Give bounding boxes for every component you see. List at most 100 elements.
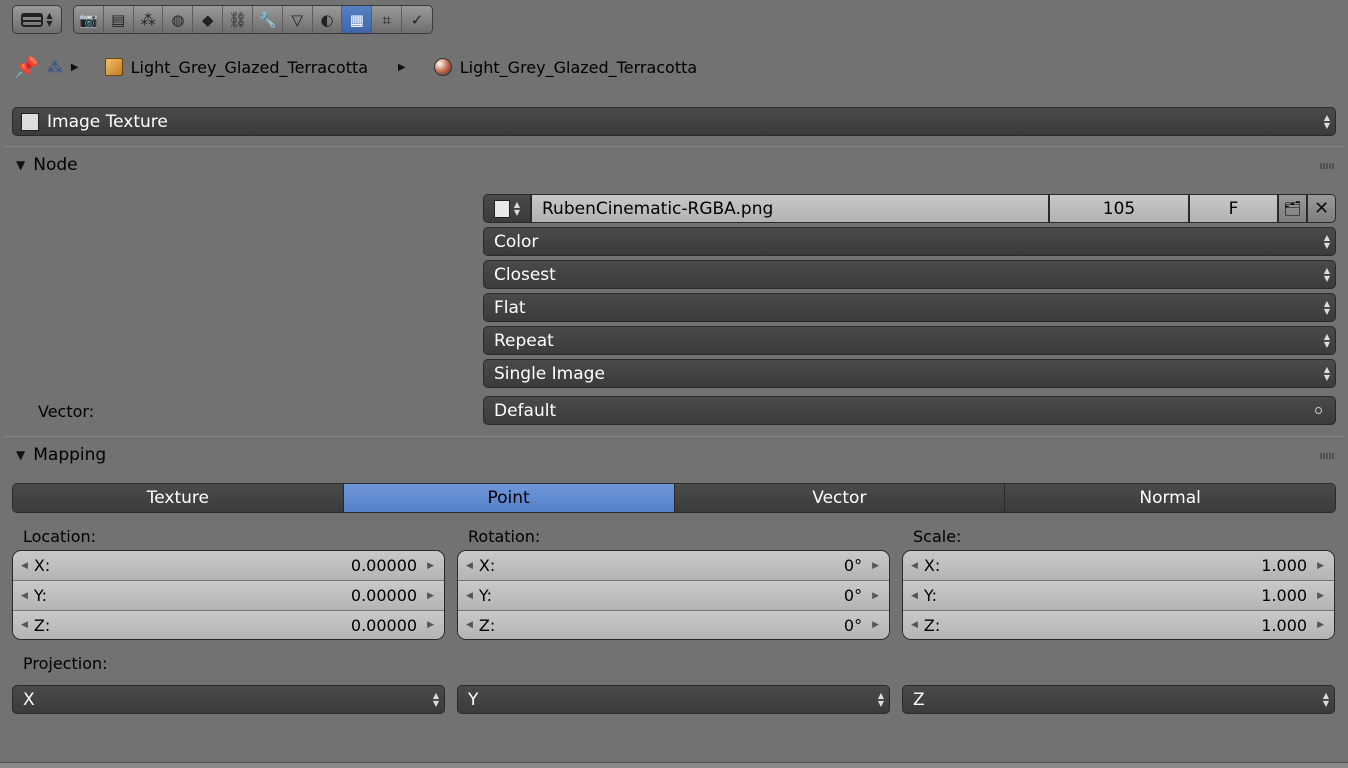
rotation-y-field[interactable]: ◀ Y: 0° ▶ bbox=[458, 581, 889, 611]
scale-y-field[interactable]: ◀ Y: 1.000 ▶ bbox=[903, 581, 1334, 611]
increment-arrow-icon[interactable]: ▶ bbox=[1317, 591, 1324, 601]
scale-z-field[interactable]: ◀ Z: 1.000 ▶ bbox=[903, 611, 1334, 639]
rotation-z-field[interactable]: ◀ Z: 0° ▶ bbox=[458, 611, 889, 639]
object-icon: ◆ bbox=[201, 10, 214, 29]
browse-image-button[interactable]: ▲ ▼ bbox=[483, 194, 531, 223]
interpolation-dropdown[interactable]: Closest ▲ ▼ bbox=[483, 260, 1336, 289]
rotation-x-field[interactable]: ◀ X: 0° ▶ bbox=[458, 551, 889, 581]
decrement-arrow-icon[interactable]: ◀ bbox=[466, 561, 473, 571]
vector-input[interactable]: Default bbox=[483, 396, 1336, 425]
constraints-icon: ⛓ bbox=[228, 10, 248, 29]
increment-arrow-icon[interactable]: ▶ bbox=[427, 620, 434, 630]
rotation-y-value: 0° bbox=[843, 586, 863, 605]
decrement-arrow-icon[interactable]: ◀ bbox=[911, 561, 918, 571]
panel-drag-grip[interactable] bbox=[1320, 453, 1334, 459]
breadcrumb-arrow-icon: ▶ bbox=[398, 61, 406, 73]
render-icon: 📷 bbox=[79, 10, 98, 29]
decrement-arrow-icon[interactable]: ◀ bbox=[21, 620, 28, 630]
updown-arrows-icon: ▲ ▼ bbox=[1323, 364, 1330, 382]
tab-material[interactable]: ◐ bbox=[313, 6, 343, 33]
world-icon: ◍ bbox=[171, 10, 185, 29]
source-label: Single Image bbox=[494, 363, 605, 384]
scale-x-field[interactable]: ◀ X: 1.000 ▶ bbox=[903, 551, 1334, 581]
mapping-type-point[interactable]: Point bbox=[343, 484, 675, 512]
location-z-field[interactable]: ◀ Z: 0.00000 ▶ bbox=[13, 611, 444, 639]
updown-arrows-icon: ▲ ▼ bbox=[1323, 298, 1330, 316]
divider bbox=[4, 436, 1344, 437]
increment-arrow-icon[interactable]: ▶ bbox=[872, 620, 879, 630]
area-divider[interactable] bbox=[0, 762, 1348, 768]
scene-icon: ⁂ bbox=[140, 10, 156, 29]
increment-arrow-icon[interactable]: ▶ bbox=[1317, 561, 1324, 571]
tab-physics[interactable]: ✓ bbox=[402, 6, 432, 33]
updown-arrows-icon: ▲ ▼ bbox=[1323, 265, 1330, 283]
decrement-arrow-icon[interactable]: ◀ bbox=[466, 620, 473, 630]
tab-world[interactable]: ◍ bbox=[163, 6, 194, 33]
increment-arrow-icon[interactable]: ▶ bbox=[872, 591, 879, 601]
scale-z-value: 1.000 bbox=[1261, 615, 1308, 635]
decrement-arrow-icon[interactable]: ◀ bbox=[911, 591, 918, 601]
object-icon bbox=[104, 58, 123, 76]
tab-render-layers[interactable]: ▤ bbox=[104, 6, 134, 33]
axis-label: X: bbox=[33, 556, 51, 575]
tab-modifiers[interactable]: 🔧 bbox=[253, 6, 283, 33]
image-users-count[interactable]: 105 bbox=[1049, 194, 1189, 223]
material-icon bbox=[433, 58, 452, 76]
panel-drag-grip[interactable] bbox=[1320, 163, 1334, 169]
tab-particles[interactable]: ⌗ bbox=[372, 6, 403, 33]
divider bbox=[4, 146, 1344, 147]
tab-object[interactable]: ◆ bbox=[193, 6, 224, 33]
particles-icon: ⌗ bbox=[382, 10, 391, 29]
extension-dropdown[interactable]: Repeat ▲ ▼ bbox=[483, 326, 1336, 355]
mapping-panel-header[interactable]: ▼ Mapping bbox=[16, 443, 106, 467]
tab-data[interactable]: ▽ bbox=[283, 6, 313, 33]
source-dropdown[interactable]: Single Image ▲ ▼ bbox=[483, 359, 1336, 388]
projection-axes-label: Projection: bbox=[23, 654, 108, 673]
rotation-label: Rotation: bbox=[468, 527, 541, 546]
tab-render[interactable]: 📷 bbox=[74, 6, 104, 33]
increment-arrow-icon[interactable]: ▶ bbox=[1317, 620, 1324, 630]
tab-scene[interactable]: ⁂ bbox=[134, 6, 164, 33]
projection-x-dropdown[interactable]: X ▲ ▼ bbox=[12, 685, 445, 714]
rotation-x-value: 0° bbox=[843, 556, 863, 575]
location-y-field[interactable]: ◀ Y: 0.00000 ▶ bbox=[13, 581, 444, 611]
editor-type-button[interactable]: ▲ ▼ bbox=[12, 5, 62, 34]
color-space-dropdown[interactable]: Color ▲ ▼ bbox=[483, 227, 1336, 256]
axis-label: Z: bbox=[478, 615, 496, 635]
mapping-type-normal[interactable]: Normal bbox=[1005, 484, 1335, 512]
pin-icon[interactable]: 📌 bbox=[14, 55, 39, 79]
increment-arrow-icon[interactable]: ▶ bbox=[872, 561, 879, 571]
increment-arrow-icon[interactable]: ▶ bbox=[427, 591, 434, 601]
decrement-arrow-icon[interactable]: ◀ bbox=[911, 620, 918, 630]
tab-texture[interactable]: ▦ bbox=[342, 6, 373, 33]
mapping-type-vector[interactable]: Vector bbox=[674, 484, 1006, 512]
scale-label: Scale: bbox=[913, 527, 962, 546]
texture-icon: ▦ bbox=[349, 10, 364, 29]
projection-y-dropdown[interactable]: Y ▲ ▼ bbox=[457, 685, 890, 714]
updown-arrows-icon: ▲ ▼ bbox=[1323, 112, 1330, 130]
decrement-arrow-icon[interactable]: ◀ bbox=[21, 591, 28, 601]
image-name-field[interactable]: RubenCinematic-RGBA.png bbox=[531, 194, 1049, 223]
mapping-type-texture[interactable]: Texture bbox=[13, 484, 344, 512]
decrement-arrow-icon[interactable]: ◀ bbox=[21, 561, 28, 571]
location-z-value: 0.00000 bbox=[350, 615, 418, 635]
tab-constraints[interactable]: ⛓ bbox=[223, 6, 253, 33]
texture-type-dropdown[interactable]: Image Texture ▲ ▼ bbox=[12, 107, 1336, 136]
axis-label: Z: bbox=[33, 615, 51, 635]
open-image-button[interactable]: 🗂 bbox=[1278, 194, 1307, 223]
location-x-field[interactable]: ◀ X: 0.00000 ▶ bbox=[13, 551, 444, 581]
fake-user-button[interactable]: F bbox=[1189, 194, 1278, 223]
projection-z-dropdown[interactable]: Z ▲ ▼ bbox=[902, 685, 1335, 714]
location-fields: ◀ X: 0.00000 ▶ ◀ Y: 0.00000 ▶ ◀ Z: 0.00000 ▶ bbox=[12, 550, 445, 640]
projection-dropdown[interactable]: Flat ▲ ▼ bbox=[483, 293, 1336, 322]
increment-arrow-icon[interactable]: ▶ bbox=[427, 561, 434, 571]
unlink-image-button[interactable]: ✕ bbox=[1307, 194, 1336, 223]
axis-label: Y: bbox=[923, 586, 937, 605]
node-panel-header[interactable]: ▼ Node bbox=[16, 153, 78, 177]
color-space-label: Color bbox=[494, 231, 539, 252]
editor-type-icon bbox=[21, 12, 44, 27]
image-datablock-row: ▲ ▼ RubenCinematic-RGBA.png 105 F 🗂 ✕ bbox=[483, 194, 1336, 223]
decrement-arrow-icon[interactable]: ◀ bbox=[466, 591, 473, 601]
updown-arrows-icon: ▲ ▼ bbox=[1323, 232, 1330, 250]
updown-arrows-icon: ▲ ▼ bbox=[513, 199, 521, 217]
